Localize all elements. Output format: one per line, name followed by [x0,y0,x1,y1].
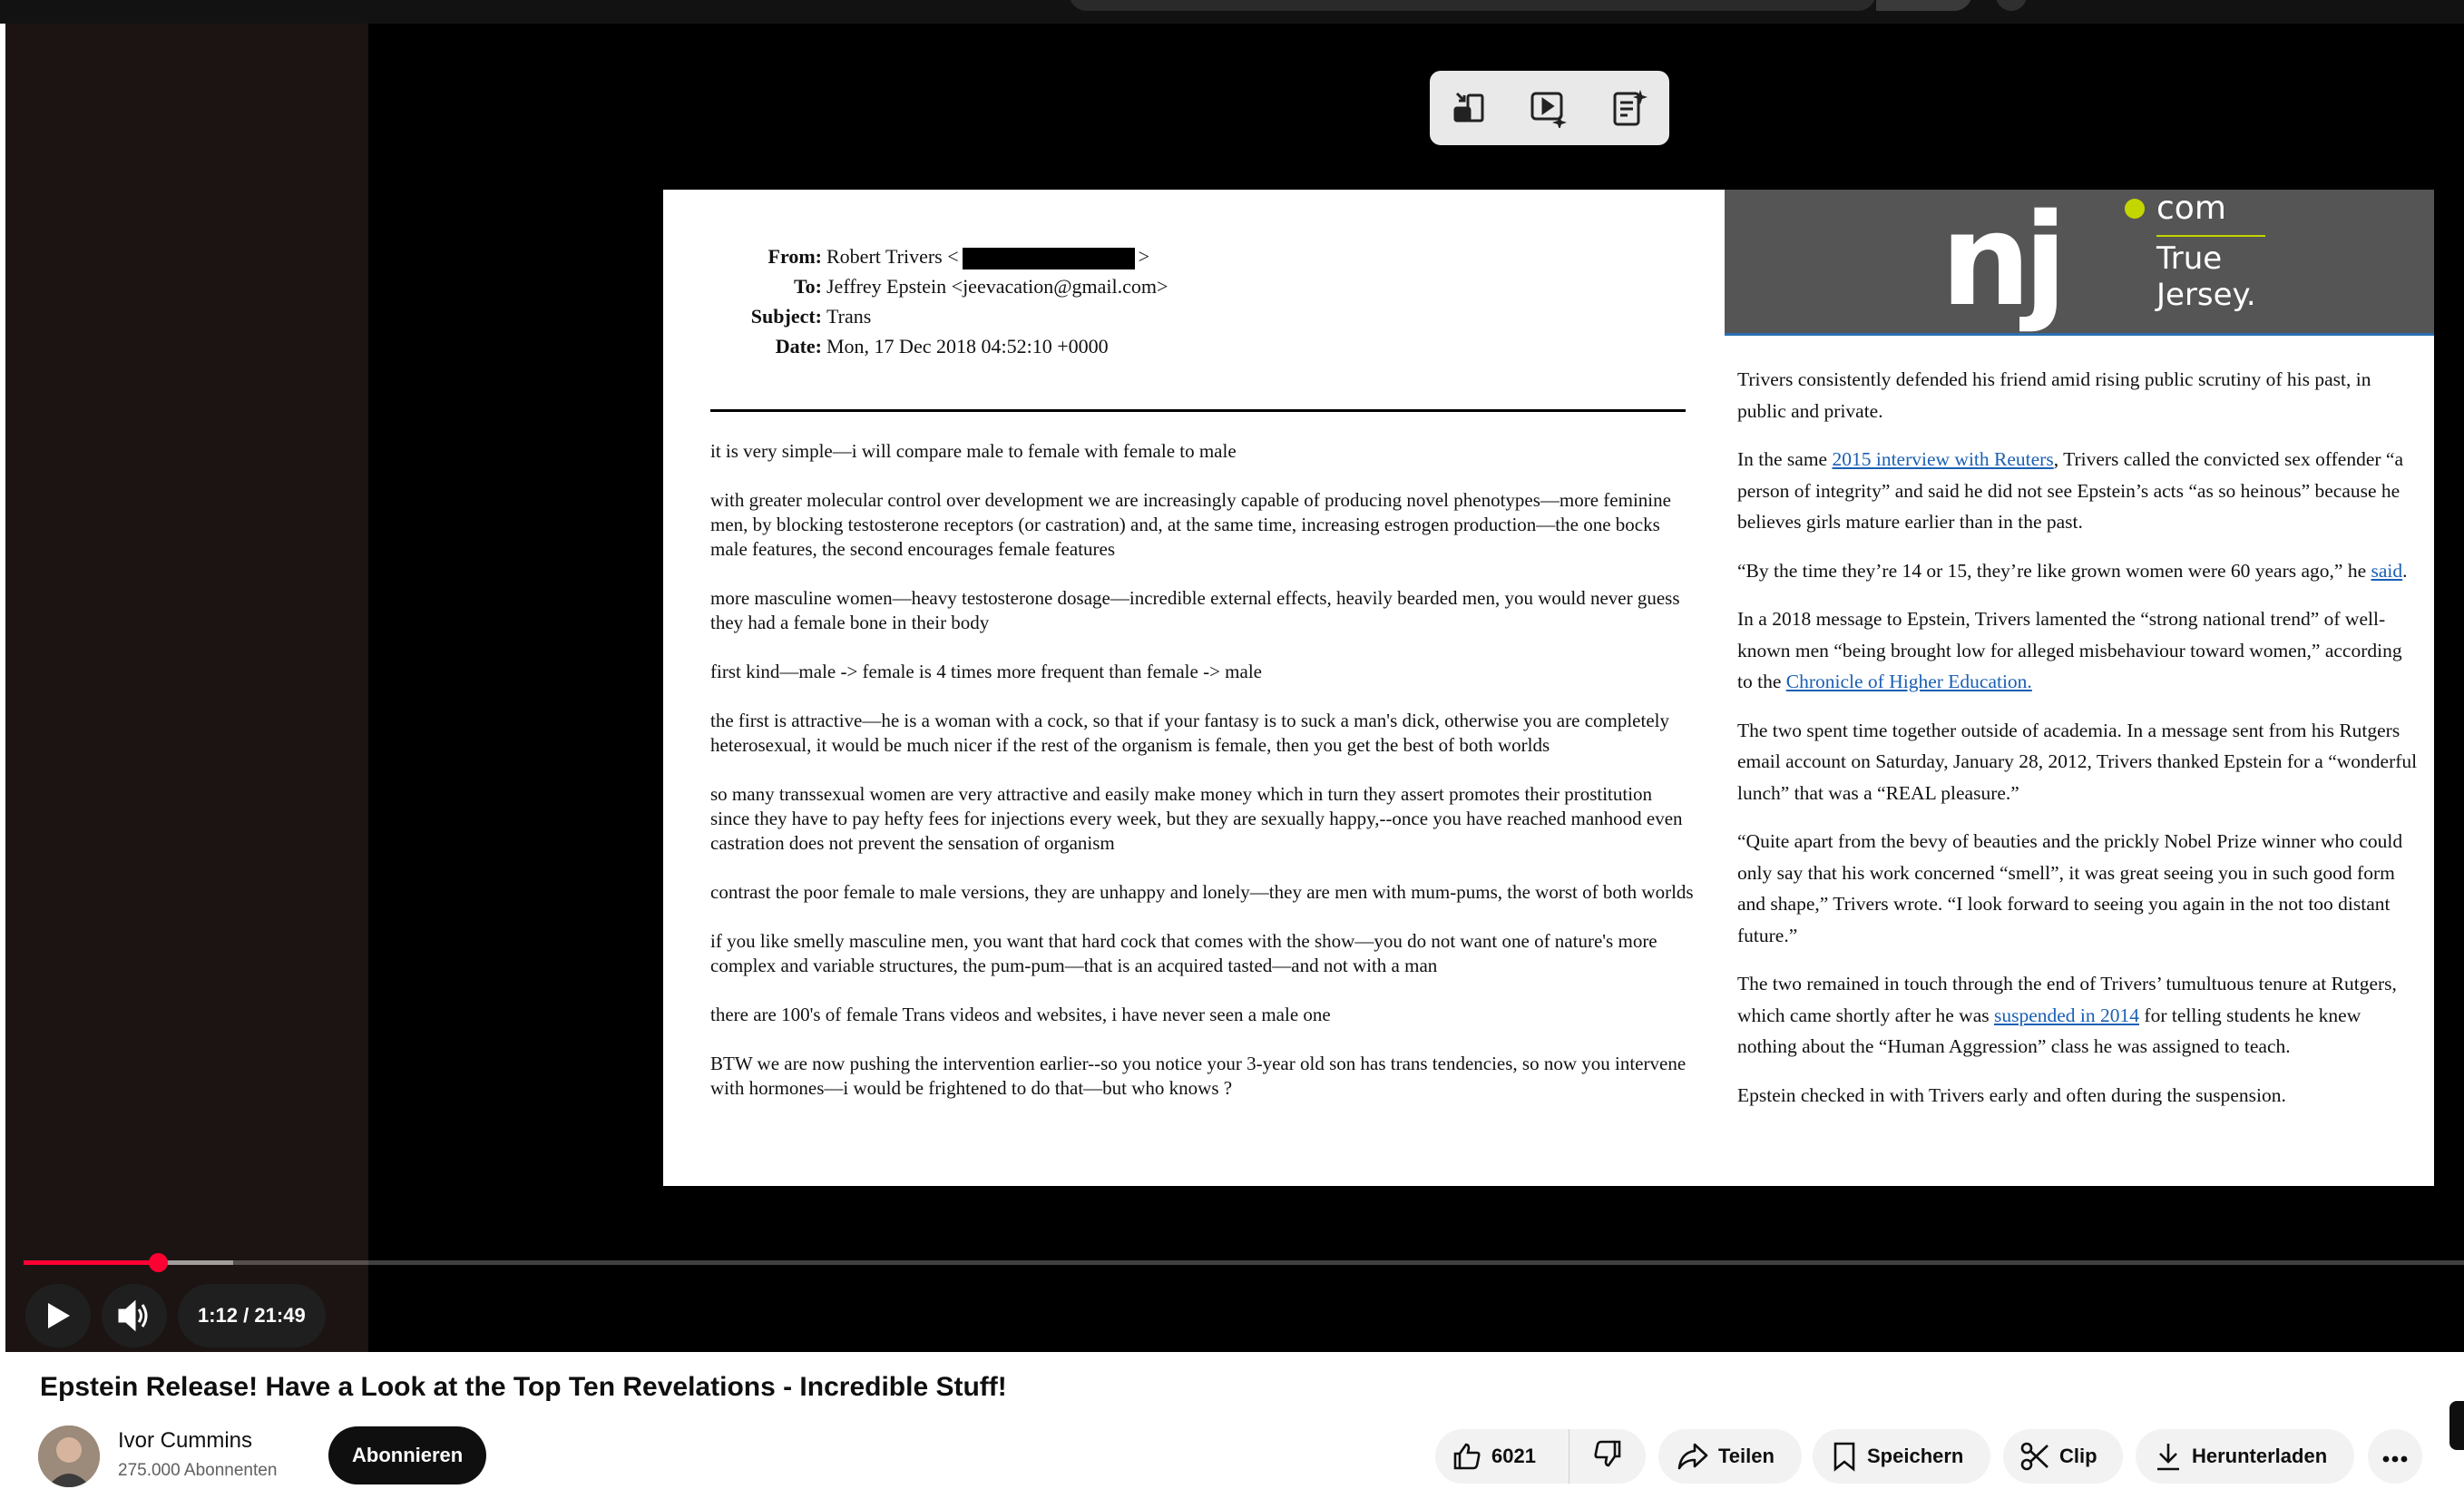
email-paragraph: there are 100's of female Trans videos a… [710,1004,1331,1025]
email-body: it is very simple—i will compare male to… [710,439,1695,1125]
email-paragraph: first kind—male -> female is 4 times mor… [710,661,1262,682]
article-paragraph: Epstein checked in with Trivers early an… [1737,1083,2286,1106]
email-paragraph: more masculine women—heavy testosterone … [710,587,1680,633]
reuters-interview-link[interactable]: 2015 interview with Reuters [1832,448,2053,470]
email-paragraph: with greater molecular control over deve… [710,489,1671,560]
news-article: nj com True Jersey. Trivers consistently… [1725,190,2434,1186]
redaction-bar [962,247,1135,269]
email-subject-value: Trans [826,305,872,328]
thumbs-up-icon [1452,1441,1482,1472]
more-actions-button[interactable] [2368,1429,2422,1484]
progress-scrubber[interactable] [148,1253,168,1272]
time-display: 1:12 / 21:49 [178,1284,326,1347]
article-paragraph: The two remained in touch through the en… [1737,973,2397,1057]
email-header-labels: From: To: Subject: Date: [713,241,822,361]
volume-button[interactable] [102,1284,167,1347]
channel-name[interactable]: Ivor Cummins [118,1428,252,1454]
suspended-link[interactable]: suspended in 2014 [1994,1004,2139,1026]
article-paragraph: Trivers consistently defended his friend… [1737,368,2371,422]
voice-search-button[interactable] [1996,0,2027,11]
subscriber-count: 275.000 Abonnenten [118,1461,278,1480]
email-paragraph: if you like smelly masculine men, you wa… [710,930,1657,976]
email-paragraph: it is very simple—i will compare male to… [710,440,1237,462]
email-date-label: Date: [775,335,822,358]
slide-content: From: To: Subject: Date: Robert Trivers … [663,190,2434,1186]
logo-dot [2125,199,2145,219]
email-date-value: Mon, 17 Dec 2018 04:52:10 +0000 [826,335,1109,358]
video-sparkle-icon[interactable] [1524,83,1575,133]
scissors-icon [2019,1441,2050,1472]
article-paragraph: In the same 2015 interview with Reuters,… [1737,448,2403,533]
volume-icon [118,1299,148,1332]
channel-avatar[interactable] [38,1426,100,1487]
video-title: Epstein Release! Have a Look at the Top … [40,1372,1007,1402]
like-count: 6021 [1491,1445,1536,1467]
thumbs-down-icon [1592,1438,1623,1475]
play-icon [48,1303,70,1328]
save-button[interactable]: Speichern [1813,1429,1991,1484]
logo-com: com [2156,190,2226,227]
total-time: 21:49 [254,1304,306,1327]
download-icon [2154,1441,2183,1472]
subscribe-button[interactable]: Abonnieren [328,1426,487,1484]
video-player[interactable]: From: To: Subject: Date: Robert Trivers … [5,24,2464,1352]
email-paragraph: so many transsexual women are very attra… [710,783,1683,854]
logo-rule [2156,235,2265,237]
share-icon [1677,1442,1709,1471]
more-icon [2382,1445,2408,1468]
article-paragraph: “Quite apart from the bevy of beauties a… [1737,830,2403,946]
notes-sparkle-icon[interactable] [1604,83,1655,133]
dislike-button[interactable] [1569,1429,1646,1484]
play-button[interactable] [25,1284,91,1347]
clip-button[interactable]: Clip [2003,1429,2123,1484]
side-panel-edge [2449,1401,2464,1450]
email-divider [710,409,1686,412]
nj-logo: nj [1941,187,2068,335]
said-link[interactable]: said [2371,560,2403,582]
progress-bar[interactable] [24,1253,2464,1272]
email-from-label: From: [768,245,822,268]
like-button[interactable]: 6021 [1435,1429,1569,1484]
email-header-values: Robert Trivers < > Jeffrey Epstein <jeeva… [826,241,1168,361]
article-paragraph: “By the time they’re 14 or 15, they’re l… [1737,559,2408,582]
chronicle-link[interactable]: Chronicle of Higher Education. [1786,671,2032,692]
share-button[interactable]: Teilen [1658,1429,1802,1484]
search-button[interactable] [1876,0,1972,11]
email-from-value: Robert Trivers < > [826,245,1150,269]
logo-tagline: True Jersey. [2156,240,2256,313]
article-body: Trivers consistently defended his friend… [1737,364,2420,1128]
collapse-icon[interactable] [1444,83,1495,133]
progress-played [24,1260,158,1265]
email-paragraph: BTW we are now pushing the intervention … [710,1053,1687,1099]
email-to-value: Jeffrey Epstein <jeevacation@gmail.com> [826,275,1168,298]
search-input[interactable] [1069,0,1876,11]
article-paragraph: In a 2018 message to Epstein, Trivers la… [1737,608,2402,692]
like-dislike-group: 6021 [1435,1429,1646,1484]
nj-logo-banner: nj com True Jersey. [1725,190,2434,336]
overlay-toolbar [1430,71,1669,145]
email-to-label: To: [794,275,822,298]
masthead-strip [0,0,2464,24]
save-bookmark-icon [1831,1441,1858,1472]
download-button[interactable]: Herunterladen [2136,1429,2355,1484]
current-time: 1:12 [198,1304,239,1327]
email-subject-label: Subject: [750,305,822,328]
email-paragraph: the first is attractive—he is a woman wi… [710,710,1669,756]
email-document: From: To: Subject: Date: Robert Trivers … [663,190,1725,1186]
article-paragraph: The two spent time together outside of a… [1737,719,2418,804]
email-paragraph: contrast the poor female to male version… [710,881,1694,903]
video-left-pane [5,24,368,1352]
